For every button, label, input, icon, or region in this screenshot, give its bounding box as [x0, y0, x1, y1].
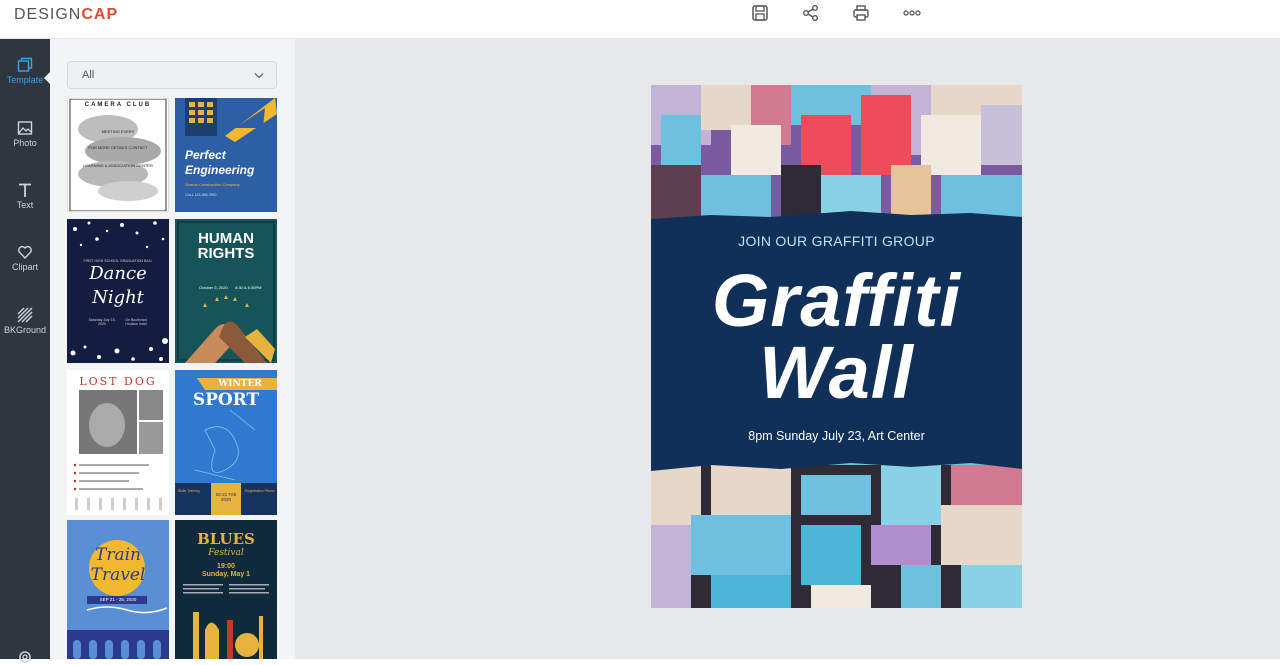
dance-night-title-2: Night: [92, 287, 144, 308]
more-button[interactable]: [897, 3, 927, 23]
camera-club-title: CAMERA CLUB: [84, 102, 152, 108]
poster-subtitle[interactable]: JOIN OUR GRAFFITI GROUP: [651, 233, 1022, 249]
poster-title-line1[interactable]: Graffiti: [651, 264, 1022, 338]
save-button[interactable]: [745, 3, 775, 23]
winter-sport-title-2: SPORT: [192, 390, 260, 410]
winter-sport-col2: 02-21 Feb 2020: [215, 492, 237, 502]
camera-club-sub: MEETING EVERY: [101, 129, 135, 134]
sidebar-item-text[interactable]: Text: [0, 176, 50, 226]
canvas-area: JOIN OUR GRAFFITI GROUP Graffiti Wall 8p…: [295, 39, 1280, 659]
category-dropdown[interactable]: All: [67, 61, 277, 89]
sidebar: Template Photo Text Clipart BKGround: [0, 39, 51, 663]
app-logo[interactable]: DESIGNCAP: [14, 6, 118, 24]
share-button[interactable]: [796, 3, 826, 23]
sidebar-item-label: Text: [16, 200, 34, 210]
train-travel-title-1: Train: [95, 545, 141, 565]
human-rights-title-2: RIGHTS: [197, 245, 255, 262]
template-card-engineering[interactable]: Perfect Engineering Sharon Construction …: [175, 98, 277, 212]
template-panel: All CAMERA CLUB MEETING EVERY FOR MORE D…: [50, 39, 295, 659]
template-card-train-travel[interactable]: Train Travel SEP 21 - 25, 2020: [67, 520, 169, 659]
human-rights-time: 4:30 & 6:30PM: [235, 285, 262, 290]
logo-text-cap: CAP: [81, 6, 119, 23]
chevron-down-icon: [254, 73, 264, 79]
train-travel-thumbnail: [67, 540, 169, 659]
template-card-human-rights[interactable]: HUMAN RIGHTS October 5, 2020 4:30 & 6:30…: [175, 219, 277, 363]
engineering-sub: Sharon Construction Company: [185, 182, 240, 187]
sidebar-item-label: BKGround: [3, 325, 47, 335]
blues-festival-date: Sunday, May 1: [201, 571, 251, 578]
sidebar-item-photo[interactable]: Photo: [0, 114, 50, 164]
template-card-camera-club[interactable]: CAMERA CLUB MEETING EVERY FOR MORE DETAI…: [67, 98, 169, 212]
poster-details[interactable]: 8pm Sunday July 23, Art Center: [651, 429, 1022, 443]
print-button[interactable]: [846, 3, 876, 23]
category-dropdown-value: All: [82, 69, 95, 81]
sidebar-item-clipart[interactable]: Clipart: [0, 238, 50, 288]
template-card-winter-sport[interactable]: WINTER SPORT Skills Training 02-21 Feb 2…: [175, 370, 277, 515]
more-icon: [903, 10, 921, 16]
lost-dog-thumbnail: [73, 390, 163, 510]
settings-button[interactable]: [0, 645, 50, 663]
winter-sport-title-1: WINTER: [218, 379, 262, 389]
engineering-title-1: Perfect: [185, 148, 226, 162]
dance-night-place: On Boulevard Houston hotel: [125, 318, 147, 326]
design-canvas[interactable]: JOIN OUR GRAFFITI GROUP Graffiti Wall 8p…: [651, 85, 1022, 608]
blues-festival-title-2: Festival: [208, 548, 244, 558]
blues-festival-title-1: BLUES: [197, 530, 255, 548]
save-icon: [752, 5, 768, 21]
engineering-line: CALL 123-456-7890: [185, 193, 217, 197]
share-icon: [803, 5, 818, 21]
winter-sport-col1: Skills Training: [178, 489, 200, 493]
winter-sport-col3: Registration Phone: [245, 489, 275, 493]
train-travel-date: SEP 21 - 25, 2020: [99, 597, 137, 602]
dance-night-date: Saturday July 15, 2020: [88, 318, 116, 326]
template-icon: [17, 57, 33, 72]
top-bar: DESIGNCAP: [0, 0, 1280, 39]
sidebar-item-template[interactable]: Template: [0, 51, 51, 101]
template-card-blues-festival[interactable]: BLUES Festival 19:00 Sunday, May 1: [175, 520, 277, 659]
train-travel-title-2: Travel: [90, 565, 146, 585]
sidebar-item-label: Photo: [13, 138, 37, 148]
background-icon: [17, 307, 33, 323]
template-card-lost-dog[interactable]: LOST DOG: [67, 370, 169, 515]
blues-festival-time: 19:00: [217, 563, 235, 570]
photo-icon: [17, 121, 33, 135]
dance-night-title-1: Dance: [89, 263, 147, 284]
human-rights-title-1: HUMAN: [198, 230, 254, 247]
lost-dog-title: LOST DOG: [79, 375, 157, 388]
text-icon: [19, 183, 31, 197]
sidebar-item-label: Template: [6, 75, 44, 85]
print-icon: [853, 5, 869, 21]
clipart-icon: [18, 245, 32, 260]
camera-club-line2: FOR MORE DETAILS CONTACT: [88, 145, 148, 150]
engineering-title-2: Engineering: [185, 163, 255, 177]
camera-club-line3: LEARNING & ASSOCIATION CENTER: [83, 163, 153, 168]
camera-club-thumbnail: [69, 99, 167, 211]
human-rights-date: October 5, 2020: [199, 285, 228, 290]
template-card-dance-night[interactable]: FIRST HIGH SCHOOL GRADUATION BALL Dance …: [67, 219, 169, 363]
sidebar-item-bkground[interactable]: BKGround: [0, 301, 50, 351]
poster-title-line2[interactable]: Wall: [651, 336, 1022, 410]
sidebar-item-label: Clipart: [11, 262, 38, 272]
logo-text-design: DESIGN: [14, 6, 82, 23]
settings-icon: [19, 651, 31, 663]
